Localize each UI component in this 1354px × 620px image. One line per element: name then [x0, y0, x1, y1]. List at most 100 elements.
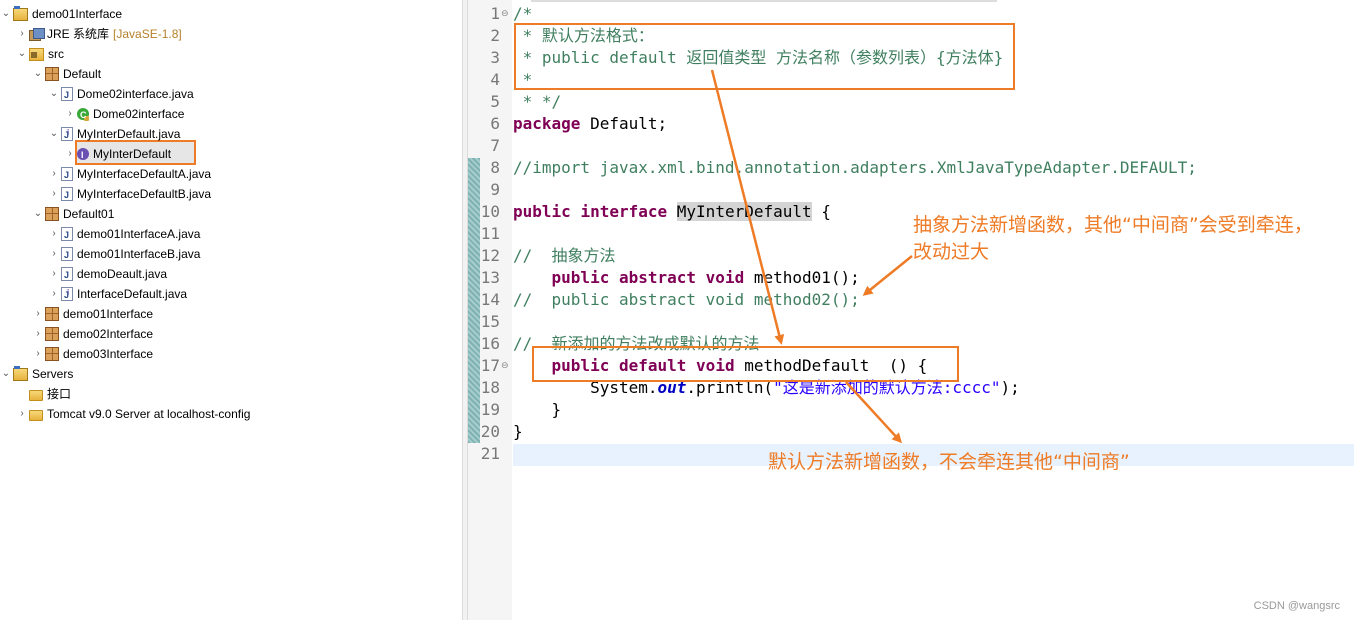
code-token: { — [811, 202, 831, 221]
code-line[interactable]: } — [513, 399, 562, 421]
code-line[interactable]: public abstract void method01(); — [513, 267, 860, 289]
line-number: 5 — [490, 92, 500, 111]
class-icon — [77, 105, 89, 125]
package-icon — [45, 326, 59, 341]
package-icon — [45, 346, 59, 361]
change-marker-bar — [468, 158, 480, 443]
code-line[interactable]: /* — [513, 3, 532, 25]
code-token: } — [513, 400, 562, 419]
chevron-right-icon[interactable]: › — [64, 104, 76, 124]
tree-item-demo02interface-package[interactable]: › demo02Interface — [32, 323, 153, 343]
code-token: public — [513, 202, 571, 221]
tree-item-demo01interfaceb-java[interactable]: ›demo01InterfaceB.java — [48, 243, 200, 265]
tree-item-demo01interfacea-java[interactable]: ›demo01InterfaceA.java — [48, 223, 200, 245]
chevron-right-icon[interactable]: › — [16, 24, 28, 44]
line-number: 18 — [480, 378, 500, 397]
code-line[interactable]: //import javax.xml.bind.annotation.adapt… — [513, 157, 1197, 179]
line-number: 10 — [480, 202, 500, 221]
code-editor[interactable]: 1 ⊖/* 2 * 默认方法格式： 3 * public default 返回值类型 … — [468, 0, 1354, 620]
jre-version-decoration: [JavaSE-1.8] — [113, 26, 182, 41]
java-file-icon — [61, 225, 73, 245]
chevron-right-icon[interactable]: › — [48, 244, 60, 264]
line-number: 1 — [490, 4, 500, 23]
code-token: method01(); — [744, 268, 860, 287]
code-token: package — [513, 114, 581, 133]
tree-item-myinterdefault-java[interactable]: ⌄MyInterDefault.java — [48, 123, 181, 145]
chevron-down-icon[interactable]: ⌄ — [32, 64, 44, 84]
package-icon — [45, 66, 59, 81]
line-number: 14 — [480, 290, 500, 309]
java-file-icon — [61, 165, 73, 185]
chevron-right-icon[interactable]: › — [48, 224, 60, 244]
line-number: 20 — [480, 422, 500, 441]
line-number: 15 — [480, 312, 500, 331]
tree-item-myinterdefault-interface[interactable]: ›MyInterDefault — [64, 143, 171, 165]
tree-item-jre[interactable]: › JRE 系统库 [JavaSE-1.8] — [16, 23, 182, 43]
tree-item-dome02interface-java[interactable]: ⌄Dome02interface.java — [48, 83, 194, 105]
chevron-right-icon[interactable]: › — [32, 344, 44, 364]
chevron-down-icon[interactable]: ⌄ — [0, 4, 12, 24]
chevron-right-icon[interactable]: › — [48, 264, 60, 284]
code-token: public — [551, 268, 610, 287]
fold-collapse-icon[interactable]: ⊖ — [501, 3, 509, 25]
tree-item-dome02interface-class[interactable]: ›Dome02interface — [64, 103, 184, 125]
chevron-right-icon[interactable]: › — [48, 184, 60, 204]
java-file-icon — [61, 265, 73, 285]
tree-item-demo01interface-package[interactable]: › demo01Interface — [32, 303, 153, 323]
chevron-right-icon[interactable]: › — [32, 304, 44, 324]
tree-item-myinterfacedefaulta-java[interactable]: ›MyInterfaceDefaultA.java — [48, 163, 211, 185]
line-number: 3 — [490, 48, 500, 67]
code-line[interactable]: // public abstract void method02(); — [513, 289, 860, 311]
java-file-icon — [61, 185, 73, 205]
java-interface-file-icon — [61, 283, 73, 305]
chevron-down-icon[interactable]: ⌄ — [48, 124, 60, 144]
tree-item-default-package[interactable]: ⌄ Default — [32, 63, 101, 83]
tree-item-demo03interface-package[interactable]: › demo03Interface — [32, 343, 153, 363]
tree-item-demodeault-java[interactable]: ›demoDeault.java — [48, 263, 167, 285]
java-file-icon — [61, 85, 73, 105]
chevron-down-icon[interactable]: ⌄ — [0, 364, 12, 384]
code-token: //import javax.xml.bind.annotation.adapt… — [513, 158, 1197, 177]
java-file-icon — [61, 245, 73, 265]
chevron-down-icon[interactable]: ⌄ — [16, 44, 28, 64]
source-folder-icon — [29, 48, 44, 62]
line-number: 16 — [480, 334, 500, 353]
line-number: 11 — [480, 224, 500, 243]
code-token: // public abstract void method02(); — [513, 290, 860, 309]
line-number: 2 — [490, 26, 500, 45]
editor-tab-strip — [531, 0, 997, 2]
tree-item-default01-package[interactable]: ⌄ Default01 — [32, 203, 114, 223]
code-line[interactable]: * */ — [513, 91, 562, 113]
code-line[interactable]: public interface MyInterDefault { — [513, 201, 831, 223]
code-token: interface — [580, 202, 668, 221]
code-token: abstract — [618, 268, 697, 287]
chevron-right-icon[interactable]: › — [48, 284, 60, 304]
tree-item-tomcat-config[interactable]: › Tomcat v9.0 Server at localhost-config — [16, 403, 250, 423]
tree-item-demo01interface-project[interactable]: ⌄ demo01Interface — [0, 3, 122, 23]
tree-item-interfacedefault-java[interactable]: ›InterfaceDefault.java — [48, 283, 187, 305]
code-token: * */ — [513, 92, 562, 111]
code-token: ); — [1000, 378, 1020, 397]
code-line[interactable]: } — [513, 421, 523, 443]
chevron-right-icon[interactable]: › — [48, 164, 60, 184]
tree-item-src[interactable]: ⌄ src — [16, 43, 64, 63]
code-line[interactable]: // 抽象方法 — [513, 245, 616, 267]
chevron-down-icon[interactable]: ⌄ — [32, 204, 44, 224]
code-token: void — [705, 268, 745, 287]
chevron-down-icon[interactable]: ⌄ — [48, 84, 60, 104]
fold-collapse-icon[interactable]: ⊖ — [501, 355, 509, 377]
tree-item-servers[interactable]: ⌄ Servers — [0, 363, 73, 383]
chevron-right-icon[interactable]: › — [32, 324, 44, 344]
java-interface-file-icon — [61, 123, 73, 145]
package-icon — [45, 306, 59, 321]
tree-item-myinterfacedefaultb-java[interactable]: ›MyInterfaceDefaultB.java — [48, 183, 211, 205]
tree-item-jiekou-folder[interactable]: 接口 — [16, 383, 71, 403]
code-line[interactable]: package Default; — [513, 113, 667, 135]
annotation-box-default-format — [514, 23, 1015, 90]
chevron-right-icon[interactable]: › — [64, 144, 76, 164]
line-number: 6 — [490, 114, 500, 133]
chevron-right-icon[interactable]: › — [16, 404, 28, 424]
annotation-note-abstract: 抽象方法新增函数，其他“中间商”会受到牵连， — [913, 214, 1313, 236]
